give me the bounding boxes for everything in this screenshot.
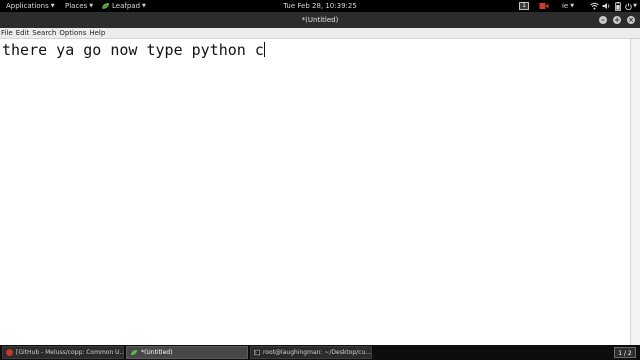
workspace-indicator[interactable]: 1: [518, 0, 530, 12]
text-cursor: [263, 42, 265, 57]
volume-icon[interactable]: [601, 0, 611, 12]
chevron-down-icon: ▼: [570, 3, 575, 9]
power-icon: [625, 2, 632, 10]
leaf-icon: [101, 3, 109, 10]
window-titlebar[interactable]: *(Untitled) – + ×: [0, 12, 640, 28]
leafpad-app-menu-label: Leafpad: [112, 2, 141, 10]
keyboard-layout-indicator[interactable]: ie ▼: [557, 0, 579, 12]
leafpad-app-menu[interactable]: Leafpad ▼: [101, 0, 146, 12]
workspace-badge: 1: [519, 2, 529, 10]
taskbar-item-terminal[interactable]: root@laughingman: ~/Desktop/cu...: [250, 346, 372, 359]
taskbar-item-leafpad[interactable]: *(Untitled): [126, 346, 248, 359]
taskbar-item-label: [GitHub - Meluss/copp: Common U...: [16, 349, 124, 356]
menubar: File Edit Search Options Help: [0, 28, 640, 39]
close-button[interactable]: ×: [627, 16, 635, 24]
chevron-down-icon: ▼: [89, 3, 94, 9]
menu-options[interactable]: Options: [59, 28, 86, 38]
chevron-down-icon: ▼: [633, 3, 637, 9]
workspace-pager[interactable]: 1 / 2: [614, 347, 636, 358]
editor-text: there ya go now type python c: [2, 41, 264, 59]
clock[interactable]: Tue Feb 28, 10:39:25: [283, 2, 357, 10]
battery-icon[interactable]: [613, 0, 623, 12]
menu-file[interactable]: File: [1, 28, 13, 38]
maximize-button[interactable]: +: [613, 16, 621, 24]
chevron-down-icon: ▼: [142, 3, 146, 9]
taskbar-item-label: root@laughingman: ~/Desktop/cu...: [263, 349, 371, 356]
minimize-button[interactable]: –: [599, 16, 607, 24]
menu-help[interactable]: Help: [89, 28, 105, 38]
keyboard-layout-label: ie: [561, 2, 569, 10]
wifi-icon[interactable]: [589, 0, 599, 12]
places-menu-label: Places: [65, 2, 88, 10]
taskbar-item-label: *(Untitled): [141, 349, 173, 356]
window-title: *(Untitled): [301, 16, 339, 24]
places-menu[interactable]: Places ▼: [65, 0, 93, 12]
screen-recorder-icon[interactable]: [538, 0, 550, 12]
chevron-down-icon: ▼: [50, 3, 55, 9]
browser-icon: [6, 349, 13, 356]
applications-menu[interactable]: Applications ▼: [6, 0, 55, 12]
taskbar-item-browser[interactable]: [GitHub - Meluss/copp: Common U...: [2, 346, 124, 359]
menu-search[interactable]: Search: [32, 28, 56, 38]
terminal-icon: [254, 349, 261, 356]
editor-text-line[interactable]: there ya go now type python c: [2, 41, 265, 59]
top-panel: Applications ▼ Places ▼ Leafpad ▼ Tue Fe…: [0, 0, 640, 12]
leafpad-icon: [130, 349, 138, 356]
text-editor-area[interactable]: there ya go now type python c: [0, 39, 630, 345]
applications-menu-label: Applications: [6, 2, 49, 10]
taskbar: [GitHub - Meluss/copp: Common U... *(Unt…: [0, 345, 640, 360]
power-menu[interactable]: ▼: [625, 0, 637, 12]
vertical-scrollbar[interactable]: [630, 39, 640, 345]
menu-edit[interactable]: Edit: [16, 28, 30, 38]
